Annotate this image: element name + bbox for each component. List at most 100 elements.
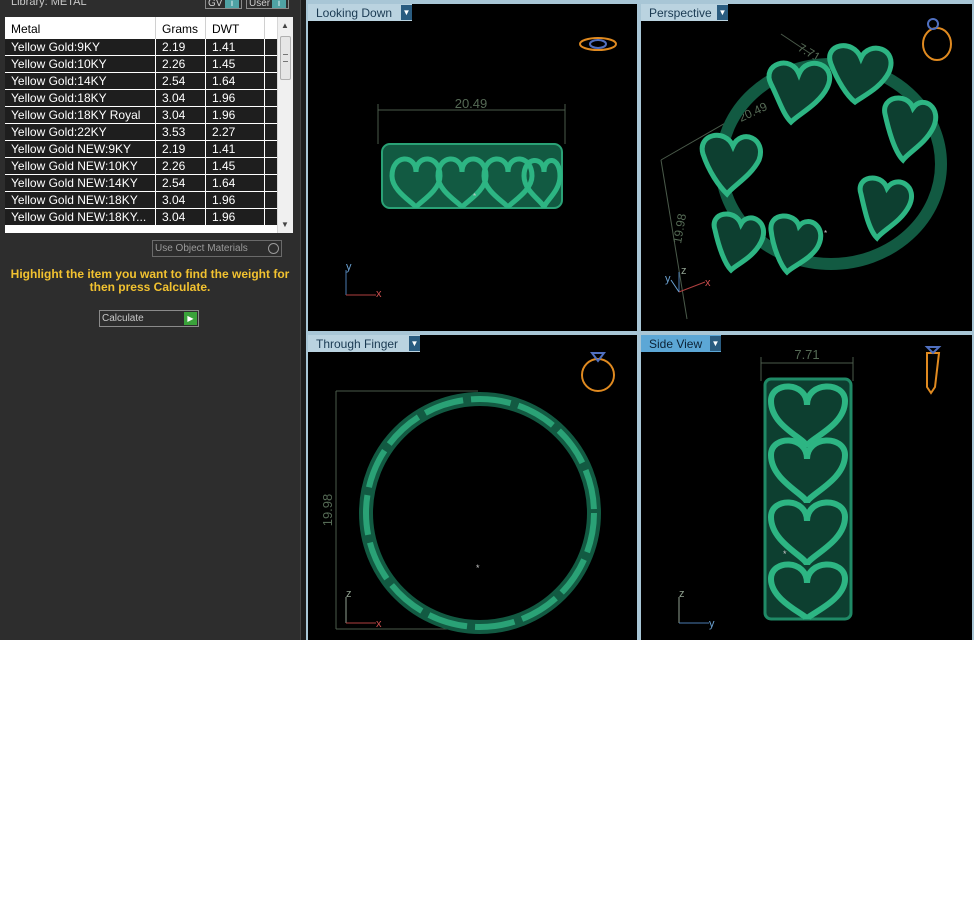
table-row[interactable]: Yellow Gold NEW:10KY 2.26 1.45 bbox=[5, 158, 277, 175]
grams-cell: 3.04 bbox=[156, 90, 206, 106]
use-object-materials-label: Use Object Materials bbox=[155, 243, 248, 254]
side-dimension-label: 7.71 bbox=[794, 347, 819, 362]
metal-name-cell: Yellow Gold NEW:14KY bbox=[5, 175, 156, 191]
scroll-up-icon[interactable]: ▲ bbox=[281, 21, 289, 30]
column-header-dwt[interactable]: DWT bbox=[206, 17, 265, 39]
row-spacer bbox=[265, 209, 277, 225]
row-spacer bbox=[265, 192, 277, 208]
table-row[interactable]: Yellow Gold NEW:18KY... 3.04 1.96 bbox=[5, 209, 277, 226]
dwt-cell: 1.64 bbox=[206, 73, 265, 89]
metal-name-cell: Yellow Gold NEW:18KY... bbox=[5, 209, 156, 225]
perspective-drawing: 20.49 19.98 7.71 * z y x bbox=[660, 18, 952, 320]
dwt-cell: 1.96 bbox=[206, 209, 265, 225]
table-row[interactable]: Yellow Gold:22KY 3.53 2.27 bbox=[5, 124, 277, 141]
table-row[interactable]: Yellow Gold NEW:14KY 2.54 1.64 bbox=[5, 175, 277, 192]
top-view-drawing: 20.49 * y x bbox=[345, 37, 617, 300]
play-arrow-icon: ▶ bbox=[184, 312, 197, 325]
gv-button[interactable]: GV i bbox=[205, 0, 242, 9]
table-row[interactable]: Yellow Gold:9KY 2.19 1.41 bbox=[5, 39, 277, 56]
viewport-label: Side View bbox=[649, 337, 703, 351]
grams-cell: 3.53 bbox=[156, 124, 206, 140]
axis-y-label: y bbox=[665, 273, 671, 285]
tab-side-view[interactable]: Side View ▼ bbox=[641, 335, 721, 352]
dwt-cell: 1.45 bbox=[206, 158, 265, 174]
viewport-label: Looking Down bbox=[316, 6, 393, 20]
viewport-through-finger[interactable]: 19.98 * z x Through Finger ▼ bbox=[308, 335, 637, 640]
table-row[interactable]: Yellow Gold:18KY 3.04 1.96 bbox=[5, 90, 277, 107]
viewport-label: Perspective bbox=[649, 6, 712, 20]
dwt-cell: 1.64 bbox=[206, 175, 265, 191]
grams-cell: 2.54 bbox=[156, 175, 206, 191]
table-row[interactable]: Yellow Gold NEW:18KY 3.04 1.96 bbox=[5, 192, 277, 209]
metal-name-cell: Yellow Gold:14KY bbox=[5, 73, 156, 89]
scroll-down-icon[interactable]: ▼ bbox=[281, 220, 289, 229]
metal-name-cell: Yellow Gold:10KY bbox=[5, 56, 156, 72]
dwt-cell: 1.45 bbox=[206, 56, 265, 72]
metal-name-cell: Yellow Gold NEW:18KY bbox=[5, 192, 156, 208]
grams-cell: 2.26 bbox=[156, 158, 206, 174]
axis-x-label: x bbox=[376, 618, 382, 630]
ring-view-icon bbox=[924, 346, 942, 395]
side-view-drawing: 7.71 * z y bbox=[678, 346, 942, 630]
dwt-cell: 1.96 bbox=[206, 107, 265, 123]
tab-through-finger[interactable]: Through Finger ▼ bbox=[308, 335, 420, 352]
top-dimension-label: 20.49 bbox=[455, 96, 488, 111]
metal-name-cell: Yellow Gold:18KY Royal bbox=[5, 107, 156, 123]
table-scrollbar[interactable]: ▲ ▼ bbox=[277, 17, 293, 233]
dropdown-icon[interactable]: ▼ bbox=[710, 336, 721, 351]
axis-x-label: x bbox=[376, 288, 382, 300]
dwt-cell: 1.41 bbox=[206, 39, 265, 55]
table-row[interactable]: Yellow Gold:10KY 2.26 1.45 bbox=[5, 56, 277, 73]
table-row[interactable]: Yellow Gold:18KY Royal 3.04 1.96 bbox=[5, 107, 277, 124]
grams-cell: 3.04 bbox=[156, 192, 206, 208]
axis-z-label: z bbox=[346, 588, 352, 600]
axis-z-label: z bbox=[679, 588, 685, 600]
library-title: Library: METAL bbox=[11, 0, 87, 8]
column-header-grams[interactable]: Grams bbox=[156, 17, 206, 39]
tab-looking-down[interactable]: Looking Down ▼ bbox=[308, 4, 412, 21]
viewport-perspective[interactable]: 20.49 19.98 7.71 * z y x Perspective ▼ bbox=[641, 4, 972, 331]
table-row[interactable]: Yellow Gold:14KY 2.54 1.64 bbox=[5, 73, 277, 90]
tab-perspective[interactable]: Perspective ▼ bbox=[641, 4, 728, 21]
metal-name-cell: Yellow Gold NEW:10KY bbox=[5, 158, 156, 174]
calculate-button[interactable]: Calculate ▶ bbox=[99, 310, 199, 327]
row-spacer bbox=[265, 73, 277, 89]
front-dimension-label: 19.98 bbox=[320, 494, 335, 527]
dwt-cell: 1.41 bbox=[206, 141, 265, 157]
row-spacer bbox=[265, 90, 277, 106]
dropdown-icon[interactable]: ▼ bbox=[409, 336, 420, 351]
user-indicator-icon: i bbox=[272, 0, 286, 8]
grams-cell: 3.04 bbox=[156, 107, 206, 123]
svg-text:*: * bbox=[476, 563, 480, 573]
ring-view-icon bbox=[581, 352, 615, 392]
viewport-looking-down[interactable]: 20.49 * y x Looking Down ▼ bbox=[308, 4, 637, 331]
user-label: User bbox=[249, 0, 271, 9]
metal-table: Metal Grams DWT Yellow Gold:9KY 2.19 1.41 Y… bbox=[5, 17, 293, 233]
grip-icon bbox=[283, 54, 288, 62]
perspective-height-label: 19.98 bbox=[670, 212, 689, 244]
toggle-circle-icon bbox=[268, 243, 279, 254]
grams-cell: 2.19 bbox=[156, 141, 206, 157]
table-row[interactable]: Yellow Gold NEW:9KY 2.19 1.41 bbox=[5, 141, 277, 158]
viewport-side-view[interactable]: 7.71 * z y Side View ▼ bbox=[641, 335, 972, 640]
ring-view-icon bbox=[579, 37, 617, 51]
grams-cell: 3.04 bbox=[156, 209, 206, 225]
library-panel: Library: METAL GV i User i Metal Grams D… bbox=[0, 0, 300, 640]
viewport-label: Through Finger bbox=[316, 337, 399, 351]
axis-z-label: z bbox=[681, 265, 687, 277]
dropdown-icon[interactable]: ▼ bbox=[717, 5, 728, 20]
use-object-materials-toggle[interactable]: Use Object Materials bbox=[152, 240, 282, 257]
front-view-drawing: 19.98 * z x bbox=[320, 352, 615, 634]
column-header-metal[interactable]: Metal bbox=[5, 17, 156, 39]
grams-cell: 2.26 bbox=[156, 56, 206, 72]
axis-y-label: y bbox=[709, 618, 715, 630]
scroll-thumb[interactable] bbox=[280, 36, 291, 80]
viewport-grid: 20.49 * y x Looking Down ▼ 20.49 19.98 7… bbox=[306, 0, 974, 640]
row-spacer bbox=[265, 158, 277, 174]
grams-cell: 2.54 bbox=[156, 73, 206, 89]
row-spacer bbox=[265, 107, 277, 123]
dwt-cell: 1.96 bbox=[206, 90, 265, 106]
dropdown-icon[interactable]: ▼ bbox=[401, 5, 412, 20]
user-button[interactable]: User i bbox=[246, 0, 289, 9]
svg-text:*: * bbox=[824, 229, 827, 238]
